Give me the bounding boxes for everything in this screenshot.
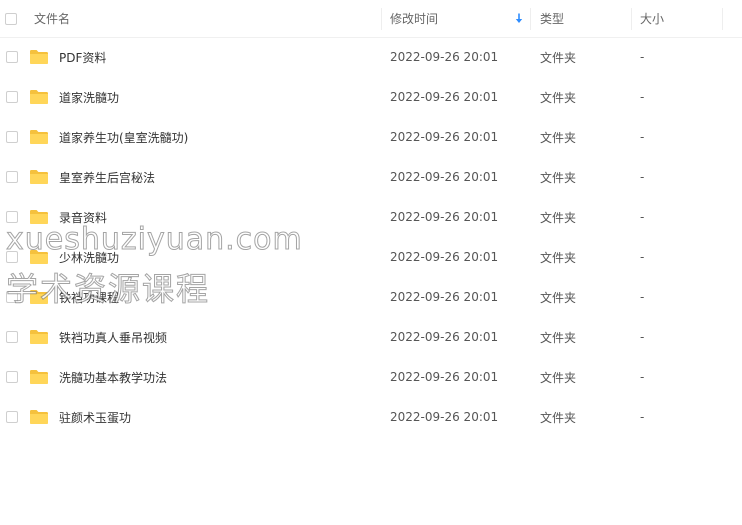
file-type: 文件夹 (540, 330, 577, 345)
row-select-cell[interactable] (6, 37, 20, 77)
column-header-name[interactable]: 文件名 (34, 0, 70, 37)
file-type: 文件夹 (540, 50, 577, 65)
folder-icon[interactable] (29, 197, 49, 237)
column-header-type[interactable]: 类型 (540, 0, 564, 37)
table-row[interactable]: 道家养生功(皇室洗髓功) 2022-09-26 20:01 文件夹 - (0, 117, 742, 157)
file-type: 文件夹 (540, 290, 577, 305)
row-checkbox[interactable] (6, 91, 18, 103)
file-rows: PDF资料 2022-09-26 20:01 文件夹 - 道家洗髓功 2022-09-26… (0, 37, 742, 437)
folder-icon[interactable] (29, 277, 49, 317)
folder-icon[interactable] (29, 357, 49, 397)
column-divider[interactable] (530, 8, 531, 30)
file-size: - (640, 130, 645, 144)
file-size: - (640, 410, 645, 424)
file-type: 文件夹 (540, 370, 577, 385)
file-name[interactable]: 道家洗髓功 (59, 77, 119, 117)
row-checkbox[interactable] (6, 51, 18, 63)
folder-icon[interactable] (29, 237, 49, 277)
table-row[interactable]: 少林洗髓功 2022-09-26 20:01 文件夹 - (0, 237, 742, 277)
row-select-cell[interactable] (6, 77, 20, 117)
column-divider[interactable] (722, 8, 723, 30)
row-select-cell[interactable] (6, 317, 20, 357)
file-modified: 2022-09-26 20:01 (390, 250, 499, 264)
file-name[interactable]: 少林洗髓功 (59, 237, 119, 277)
file-type: 文件夹 (540, 170, 577, 185)
table-row[interactable]: PDF资料 2022-09-26 20:01 文件夹 - (0, 37, 742, 77)
file-name[interactable]: 道家养生功(皇室洗髓功) (59, 117, 188, 157)
select-all-cell[interactable] (5, 0, 19, 37)
file-type: 文件夹 (540, 90, 577, 105)
select-all-checkbox[interactable] (5, 12, 17, 25)
file-name[interactable]: 皇室养生后宫秘法 (59, 157, 155, 197)
file-modified: 2022-09-26 20:01 (390, 290, 499, 304)
table-row[interactable]: 铁裆功真人垂吊视频 2022-09-26 20:01 文件夹 - (0, 317, 742, 357)
file-modified: 2022-09-26 20:01 (390, 50, 499, 64)
file-size: - (640, 330, 645, 344)
row-checkbox[interactable] (6, 251, 18, 263)
folder-icon[interactable] (29, 397, 49, 437)
row-checkbox[interactable] (6, 171, 18, 183)
folder-icon[interactable] (29, 77, 49, 117)
column-header-size[interactable]: 大小 (640, 0, 664, 37)
row-checkbox[interactable] (6, 291, 18, 303)
file-modified: 2022-09-26 20:01 (390, 370, 499, 384)
table-row[interactable]: 铁裆功课程 2022-09-26 20:01 文件夹 - (0, 277, 742, 317)
file-modified: 2022-09-26 20:01 (390, 130, 499, 144)
row-select-cell[interactable] (6, 397, 20, 437)
row-select-cell[interactable] (6, 197, 20, 237)
file-size: - (640, 290, 645, 304)
file-name[interactable]: 录音资料 (59, 197, 107, 237)
column-header-modified[interactable]: 修改时间 (390, 0, 438, 37)
file-size: - (640, 210, 645, 224)
file-name[interactable]: 铁裆功真人垂吊视频 (59, 317, 167, 357)
file-type: 文件夹 (540, 210, 577, 225)
row-checkbox[interactable] (6, 131, 18, 143)
file-size: - (640, 50, 645, 64)
file-modified: 2022-09-26 20:01 (390, 410, 499, 424)
sort-descending-icon[interactable] (515, 0, 523, 37)
row-select-cell[interactable] (6, 157, 20, 197)
file-size: - (640, 250, 645, 264)
row-select-cell[interactable] (6, 357, 20, 397)
file-name[interactable]: PDF资料 (59, 37, 106, 77)
folder-icon[interactable] (29, 37, 49, 77)
row-checkbox[interactable] (6, 211, 18, 223)
row-checkbox[interactable] (6, 371, 18, 383)
file-modified: 2022-09-26 20:01 (390, 210, 499, 224)
file-size: - (640, 170, 645, 184)
file-type: 文件夹 (540, 130, 577, 145)
file-modified: 2022-09-26 20:01 (390, 330, 499, 344)
file-modified: 2022-09-26 20:01 (390, 90, 499, 104)
file-list: 文件名 修改时间 类型 大小 PDF资料 2022-09-26 20:01 文件夹 -… (0, 0, 742, 425)
file-size: - (640, 90, 645, 104)
file-type: 文件夹 (540, 410, 577, 425)
file-name[interactable]: 驻颜术玉蛋功 (59, 397, 131, 437)
file-list-header: 文件名 修改时间 类型 大小 (0, 0, 742, 38)
folder-icon[interactable] (29, 317, 49, 357)
row-select-cell[interactable] (6, 277, 20, 317)
row-checkbox[interactable] (6, 331, 18, 343)
folder-icon[interactable] (29, 117, 49, 157)
row-select-cell[interactable] (6, 237, 20, 277)
table-row[interactable]: 皇室养生后宫秘法 2022-09-26 20:01 文件夹 - (0, 157, 742, 197)
row-select-cell[interactable] (6, 117, 20, 157)
column-divider[interactable] (381, 8, 382, 30)
file-size: - (640, 370, 645, 384)
column-divider[interactable] (631, 8, 632, 30)
folder-icon[interactable] (29, 157, 49, 197)
table-row[interactable]: 驻颜术玉蛋功 2022-09-26 20:01 文件夹 - (0, 397, 742, 437)
table-row[interactable]: 洗髓功基本教学功法 2022-09-26 20:01 文件夹 - (0, 357, 742, 397)
file-modified: 2022-09-26 20:01 (390, 170, 499, 184)
table-row[interactable]: 道家洗髓功 2022-09-26 20:01 文件夹 - (0, 77, 742, 117)
row-checkbox[interactable] (6, 411, 18, 423)
table-row[interactable]: 录音资料 2022-09-26 20:01 文件夹 - (0, 197, 742, 237)
file-name[interactable]: 洗髓功基本教学功法 (59, 357, 167, 397)
file-type: 文件夹 (540, 250, 577, 265)
file-name[interactable]: 铁裆功课程 (59, 277, 119, 317)
